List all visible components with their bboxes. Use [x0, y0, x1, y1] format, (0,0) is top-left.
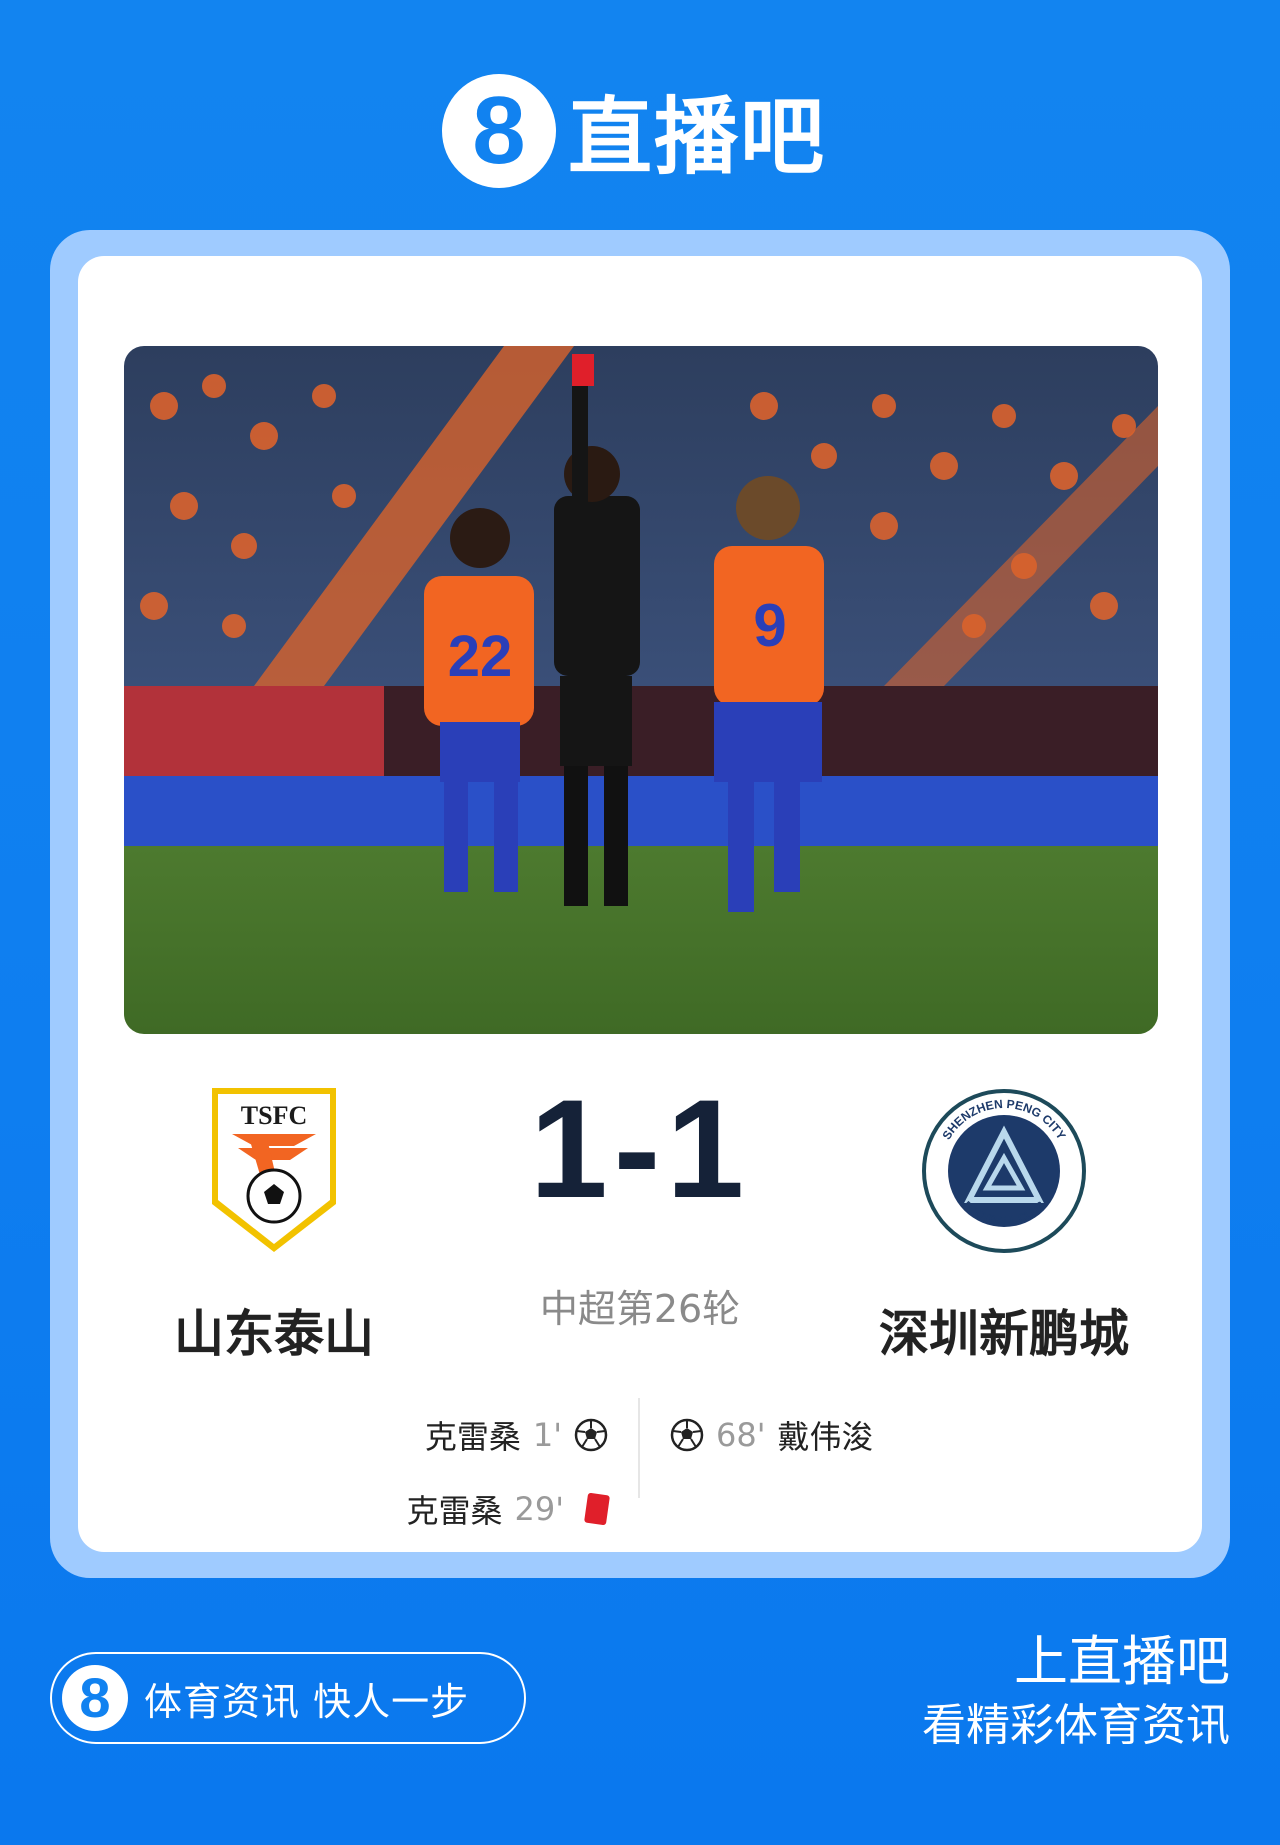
event-minute: 68' [716, 1416, 766, 1454]
event-player: 克雷桑 [424, 1418, 521, 1456]
soccer-ball-icon [574, 1418, 608, 1452]
match-photo: 22 9 [124, 346, 1158, 1034]
brand-logo-small-icon: 8 [62, 1665, 128, 1731]
footer-promo-line2: 看精彩体育资讯 [922, 1699, 1230, 1751]
brand-logo-number: 8 [472, 76, 526, 184]
event-minute: 1' [532, 1416, 562, 1454]
home-team-name: 山东泰山 [174, 1305, 374, 1363]
home-event-red-card: 克雷桑 29' [406, 1486, 610, 1532]
away-team-name: 深圳新鹏城 [879, 1305, 1129, 1363]
match-photo-image: 22 9 [124, 346, 1158, 1034]
brand-logo-text: 直播吧 [568, 88, 827, 186]
match-score: 1-1 [529, 1070, 751, 1227]
event-player: 戴伟浚 [777, 1418, 874, 1456]
home-event-goal: 克雷桑 1' [425, 1412, 608, 1458]
match-card: 22 9 TSFC 山东泰山 1-1 中超第26轮 SHENZHEN PENG … [78, 256, 1202, 1552]
jersey-number-right: 9 [753, 592, 786, 659]
away-event-goal: 68' 戴伟浚 [670, 1412, 874, 1458]
slogan-text: 体育资讯 快人一步 [144, 1679, 470, 1724]
events-divider [638, 1398, 640, 1498]
home-team-crest: TSFC [212, 1088, 336, 1252]
footer-promo-line1: 上直播吧 [1014, 1630, 1230, 1693]
away-team-crest: SHENZHEN PENG CITY FOOTBALL CLUB [922, 1089, 1086, 1253]
event-minute: 29' [514, 1490, 564, 1528]
referee-red-card [572, 354, 594, 386]
event-player: 克雷桑 [406, 1492, 503, 1530]
slogan-pill: 8 体育资讯 快人一步 [50, 1652, 526, 1744]
brand-logo-icon: 8 [442, 73, 556, 188]
jersey-number-left: 22 [448, 624, 513, 689]
soccer-ball-icon [670, 1418, 704, 1452]
pill-logo-number: 8 [79, 1666, 111, 1729]
footer-promo: 上直播吧 看精彩体育资讯 [922, 1630, 1230, 1756]
home-crest-text: TSFC [241, 1101, 307, 1130]
brand-logo: 8 直播吧 [442, 70, 826, 191]
red-card-icon [584, 1492, 610, 1526]
match-round: 中超第26轮 [539, 1287, 741, 1331]
match-card-frame: 22 9 TSFC 山东泰山 1-1 中超第26轮 SHENZHEN PENG … [50, 230, 1230, 1578]
